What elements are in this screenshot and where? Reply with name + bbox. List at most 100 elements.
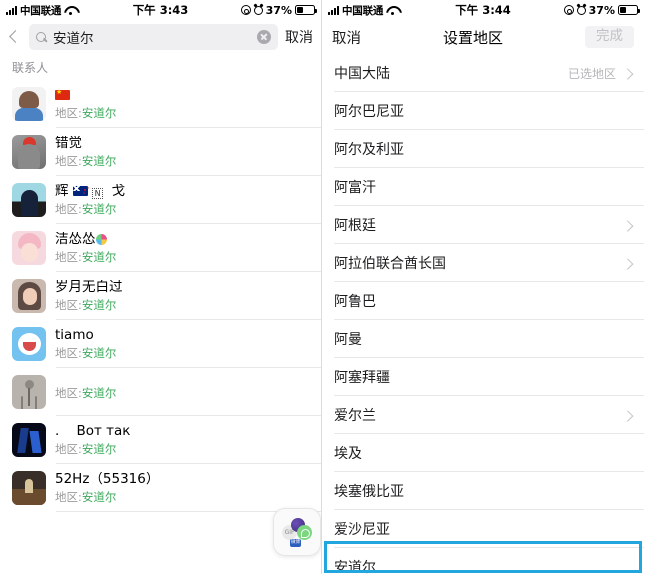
contact-name: 错觉: [55, 136, 82, 152]
country-row[interactable]: 阿根廷: [322, 206, 644, 244]
country-row[interactable]: 阿富汗: [322, 168, 644, 206]
rotation-lock-icon: [240, 5, 251, 15]
country-name: 埃及: [334, 446, 362, 462]
clear-icon[interactable]: [257, 30, 271, 44]
country-row[interactable]: 中国大陆 已选地区: [322, 54, 644, 92]
battery-icon: [295, 5, 317, 15]
status-bar-left: 中国联通 下午 3:43 37%: [0, 0, 321, 20]
avatar: [12, 183, 46, 217]
country-name: 阿富汗: [334, 180, 376, 196]
chevron-right-icon: [622, 409, 634, 421]
back-chevron-icon[interactable]: [6, 29, 22, 45]
assistive-touch-icon: GIF 微博: [282, 518, 312, 547]
flag-newzealand-icon: [72, 186, 88, 197]
cancel-search-button[interactable]: 取消: [285, 27, 313, 47]
country-name: 阿塞拜疆: [334, 370, 390, 386]
avatar: [12, 231, 46, 265]
search-bar: 安道尔 取消: [0, 20, 321, 54]
avatar: [12, 327, 46, 361]
contact-info: 错觉 地区:安道尔: [55, 136, 116, 168]
chevron-right-icon: [622, 67, 634, 79]
avatar: [12, 423, 46, 457]
contact-region: 地区:安道尔: [55, 105, 117, 120]
contact-row[interactable]: 洁怂怂 地区:安道尔: [0, 224, 321, 272]
contact-region: 地区:安道尔: [55, 441, 117, 456]
contact-info: 洁怂怂 地区:安道尔: [55, 232, 116, 264]
country-name: 爱沙尼亚: [334, 522, 390, 538]
lollipop-icon: [95, 234, 107, 246]
contact-region: 地区:安道尔: [55, 297, 117, 312]
contact-region: 地区:安道尔: [55, 201, 117, 216]
ball-blue-badge-icon: 微博: [290, 539, 301, 547]
country-name: 阿尔及利亚: [334, 142, 404, 158]
contact-row[interactable]: tiamo 地区:安道尔: [0, 320, 321, 368]
contact-name: . Вот так: [55, 424, 131, 440]
country-row[interactable]: 埃塞俄比亚: [322, 472, 644, 510]
avatar: [12, 471, 46, 505]
country-row-accessory: 已选地区: [568, 65, 634, 82]
carrier-label: 中国联通: [342, 4, 384, 17]
country-row[interactable]: 埃及: [322, 434, 644, 472]
contact-name: 洁怂怂: [55, 232, 116, 248]
status-left-group-right: 中国联通: [328, 3, 398, 18]
country-row[interactable]: 阿拉伯联合酋长国: [322, 244, 644, 282]
country-row[interactable]: 阿尔巴尼亚: [322, 92, 644, 130]
contact-name: 岁月无白过: [55, 280, 123, 296]
contact-row[interactable]: 地区:安道尔: [0, 368, 321, 416]
assistive-touch-button[interactable]: GIF 微博: [273, 508, 321, 556]
contact-region: 地区:安道尔: [55, 489, 117, 504]
avatar: [12, 279, 46, 313]
country-row[interactable]: 阿鲁巴: [322, 282, 644, 320]
contact-name: tiamo: [55, 328, 94, 344]
contact-region: 地区:安道尔: [55, 385, 117, 400]
country-name: 阿曼: [334, 332, 362, 348]
contact-name: [55, 88, 116, 104]
nav-done-button[interactable]: 完成: [584, 26, 634, 48]
country-row[interactable]: 爱沙尼亚: [322, 510, 644, 548]
contact-row[interactable]: 岁月无白过 地区:安道尔: [0, 272, 321, 320]
contact-row[interactable]: . Вот так 地区:安道尔: [0, 416, 321, 464]
ball-green-circle-icon: [297, 525, 312, 540]
contact-region: 地区:安道尔: [55, 345, 117, 360]
country-row[interactable]: 阿曼: [322, 320, 644, 358]
country-name: 阿根廷: [334, 218, 376, 234]
country-list: 中国大陆 已选地区 阿尔巴尼亚阿尔及利亚阿富汗阿根廷阿拉伯联合酋长国 阿鲁巴阿曼阿塞拜…: [322, 54, 644, 574]
search-icon: [36, 31, 47, 43]
nav-cancel-button[interactable]: 取消: [332, 27, 361, 48]
signal-bars-icon: [6, 5, 17, 15]
contacts-section-header: 联系人: [0, 54, 321, 80]
contact-info: 地区:安道尔: [55, 384, 116, 400]
carrier-label: 中国联通: [20, 4, 62, 17]
avatar: [12, 375, 46, 409]
battery-percent-label: 37%: [588, 3, 615, 17]
contact-info: 52Hz（55316） 地区:安道尔: [55, 472, 159, 504]
country-row[interactable]: 阿尔及利亚: [322, 130, 644, 168]
contact-info: . Вот так 地区:安道尔: [55, 424, 130, 456]
search-input[interactable]: 安道尔: [29, 24, 278, 50]
contact-name: 辉 N 戈: [55, 184, 126, 200]
status-right-group-right: 37%: [563, 3, 640, 17]
country-row[interactable]: 阿塞拜疆: [322, 358, 644, 396]
contact-list: 地区:安道尔错觉地区:安道尔辉 N 戈地区:安道尔洁怂怂地区:安道尔岁月无白过地…: [0, 80, 321, 512]
contact-info: 辉 N 戈地区:安道尔: [55, 184, 125, 216]
country-name: 安道尔: [334, 560, 376, 574]
contact-row[interactable]: 地区:安道尔: [0, 80, 321, 128]
contact-info: 岁月无白过 地区:安道尔: [55, 280, 123, 312]
contact-row[interactable]: 52Hz（55316） 地区:安道尔: [0, 464, 321, 512]
country-row[interactable]: 爱尔兰: [322, 396, 644, 434]
page-title: 设置地区: [442, 28, 503, 47]
avatar: [12, 87, 46, 121]
alarm-clock-icon: [253, 5, 263, 15]
contact-row[interactable]: 辉 N 戈地区:安道尔: [0, 176, 321, 224]
country-row-accessory: [622, 409, 634, 421]
signal-bars-icon: [328, 5, 339, 15]
contact-info: tiamo 地区:安道尔: [55, 328, 116, 360]
flag-china-icon: [55, 88, 70, 101]
contact-info: 地区:安道尔: [55, 88, 116, 120]
chevron-right-icon: [622, 219, 634, 231]
search-input-value: 安道尔: [53, 31, 94, 47]
country-row-selected[interactable]: 安道尔: [322, 548, 644, 574]
contact-row[interactable]: 错觉 地区:安道尔: [0, 128, 321, 176]
country-name: 埃塞俄比亚: [334, 484, 404, 500]
wifi-icon: [64, 5, 76, 15]
